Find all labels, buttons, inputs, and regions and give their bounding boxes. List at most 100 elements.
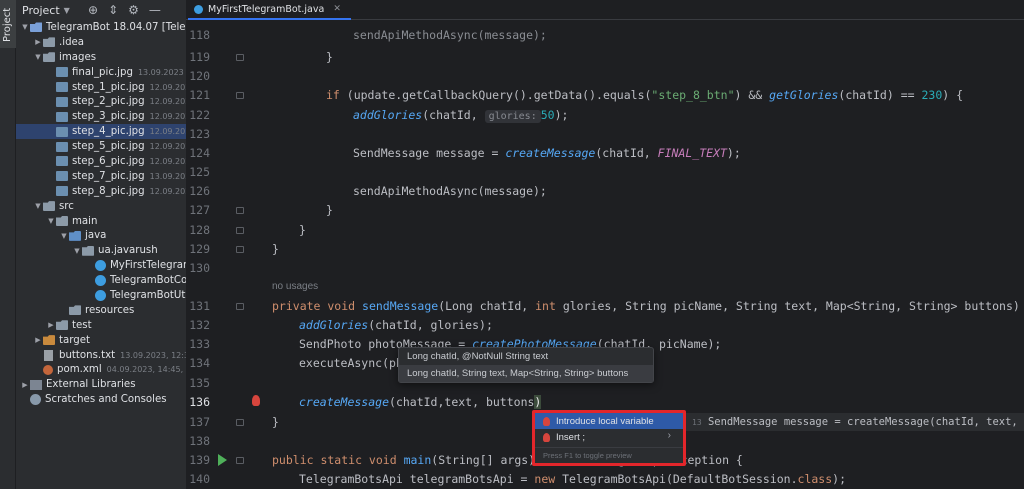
chevron-down-icon[interactable]: ▼ [33,202,43,210]
fold-marker-icon[interactable] [236,92,244,99]
insert-semicolon-item[interactable]: Insert ; › [535,429,683,445]
tree-item[interactable]: step_1_pic.jpg 12.09.2023 [16,80,186,95]
tree-item[interactable]: step_5_pic.jpg 12.09.2023 [16,139,186,154]
tree-item[interactable]: TelegramBotUti [16,288,186,303]
tree-item[interactable]: resources [16,303,186,318]
fold-marker-icon[interactable] [236,207,244,214]
code-line-121: if (update.getCallbackQuery().getData().… [326,88,964,102]
tree-item[interactable]: step_7_pic.jpg 13.09.2023 [16,169,186,184]
line-number: 119 [189,50,210,64]
tree-item[interactable]: TelegramBotCo [16,273,186,288]
chevron-down-icon[interactable]: ▼ [59,232,69,240]
tree-item[interactable]: step_6_pic.jpg 12.09.2023 [16,154,186,169]
editor-gutter: 118 119 120 121 122 123 124 125 126 127 128 129 130 1… [186,20,272,489]
tree-item-meta: 12.09.202 [149,127,186,137]
editor-tab-bar: MyFirstTelegramBot.java ✕ [186,0,1024,20]
chevron-down-icon[interactable]: ▼ [72,247,82,255]
gutter-line[interactable]: 121 [186,84,272,106]
chevron-right-icon[interactable]: ▶ [33,38,43,46]
project-tool-tab[interactable]: Project [0,0,16,48]
tree-item-meta: 12.09.2023 [149,186,186,196]
hide-icon[interactable]: — [149,3,161,17]
tree-item[interactable]: step_2_pic.jpg 12.09.2023 [16,94,186,109]
tree-item[interactable]: ▼ TelegramBot 18.04.07 [Telegram [16,20,186,35]
gear-icon[interactable]: ⚙ [128,3,139,17]
tree-item[interactable]: step_8_pic.jpg 12.09.2023 [16,184,186,199]
tree-item-label: final_pic.jpg [72,66,133,78]
collapse-all-icon[interactable]: ⇕ [108,3,118,17]
image-file-icon [56,141,68,152]
locate-icon[interactable]: ⊕ [88,3,98,17]
tree-item[interactable]: pom.xml 04.09.2023, 14:45, 8 [16,362,186,377]
overload-signature-2[interactable]: Long chatId, String text, Map<String, St… [399,365,653,382]
tree-item[interactable]: ▶ .idea [16,35,186,50]
fold-marker-icon[interactable] [236,303,244,310]
line-number: 130 [189,261,210,275]
overload-signature-1[interactable]: Long chatId, @NotNull String text [399,348,653,365]
tree-item[interactable]: ▶ target [16,333,186,348]
tree-item-label: target [59,334,90,346]
project-tool-tab-label: Project [2,7,13,42]
chevron-right-icon[interactable]: ▶ [33,336,43,344]
fold-marker-icon[interactable] [236,419,244,426]
line-number: 133 [189,337,210,351]
introduce-local-variable-item[interactable]: Introduce local variable [535,413,683,429]
fold-marker-icon[interactable] [236,227,244,234]
gutter-line[interactable]: 130 [186,257,272,279]
editor-tab-myfirsttelegrambot[interactable]: MyFirstTelegramBot.java ✕ [188,0,351,20]
code-line-137: } [272,415,279,429]
java-class-icon [95,260,106,272]
editor-tab-label: MyFirstTelegramBot.java [208,3,325,15]
bulb-icon[interactable] [252,395,260,406]
tree-item[interactable]: Scratches and Consoles [16,392,186,407]
image-file-icon [56,67,68,78]
fold-marker-icon[interactable] [236,54,244,61]
tree-item[interactable]: ▼ main [16,214,186,229]
tree-item[interactable]: MyFirstTelegram [16,258,186,273]
tree-item[interactable]: final_pic.jpg 13.09.2023 [16,65,186,80]
code-line-127: } [326,203,333,217]
image-file-icon [56,82,68,92]
code-line-126: sendApiMethodAsync(message); [353,184,547,198]
image-file-icon [56,96,68,107]
chevron-down-icon[interactable]: ▼ [20,23,30,31]
project-tree: ▼TelegramBot 18.04.07 [Telegram▶.idea▼im… [16,20,186,407]
gutter-line[interactable]: 140 [186,468,272,489]
code-line-136: createMessage(chatId,text, buttons) [299,395,542,409]
tree-item-meta: 12.09.2023 [149,112,186,122]
folder-icon [43,201,55,212]
chevron-down-icon[interactable]: ▼ [33,53,43,61]
line-number: 127 [189,203,210,217]
gutter-line[interactable]: 118 [186,24,272,46]
tree-item[interactable]: ▼ images [16,50,186,65]
tree-item[interactable]: ▼ src [16,199,186,214]
image-file-icon [56,111,68,122]
parameter-info-popup: Long chatId, @NotNull String text Long c… [398,347,654,383]
gutter-line[interactable]: 136 [186,391,272,413]
fold-marker-icon[interactable] [236,457,244,464]
intention-actions-popup: Introduce local variable Insert ; › Pres… [532,410,686,466]
tree-item[interactable]: ▶ External Libraries [16,377,186,392]
gutter-line[interactable]: 134 [186,352,272,374]
close-icon[interactable]: ✕ [333,4,341,14]
tree-item-label: main [72,215,98,227]
tree-item[interactable]: ▶ test [16,318,186,333]
project-title[interactable]: Project [22,4,60,17]
run-icon[interactable] [218,454,227,466]
fold-marker-icon[interactable] [236,246,244,253]
code-line-122: addGlories(chatId, glories: 50); [353,108,569,123]
tree-item[interactable]: step_4_pic.jpg 12.09.202 [16,124,186,140]
tree-item[interactable]: step_3_pic.jpg 12.09.2023 [16,109,186,124]
tree-item-meta: 12.09.2023 [149,82,186,92]
chevron-right-icon[interactable]: ▶ [46,321,56,329]
chevron-down-icon[interactable]: ▼ [46,217,56,225]
tree-item-label: step_3_pic.jpg [72,111,145,123]
gutter-line[interactable]: 127 [186,199,272,221]
tree-item[interactable]: ▼ ua.javarush [16,243,186,258]
chevron-right-icon[interactable]: ▶ [20,381,30,389]
chevron-down-icon[interactable]: ▼ [64,6,70,15]
tree-item-label: TelegramBotCo [110,275,186,287]
tree-item[interactable]: ▼ java [16,228,186,243]
tree-item[interactable]: buttons.txt 13.09.2023, 12:30 [16,348,186,363]
line-number: 122 [189,108,210,122]
